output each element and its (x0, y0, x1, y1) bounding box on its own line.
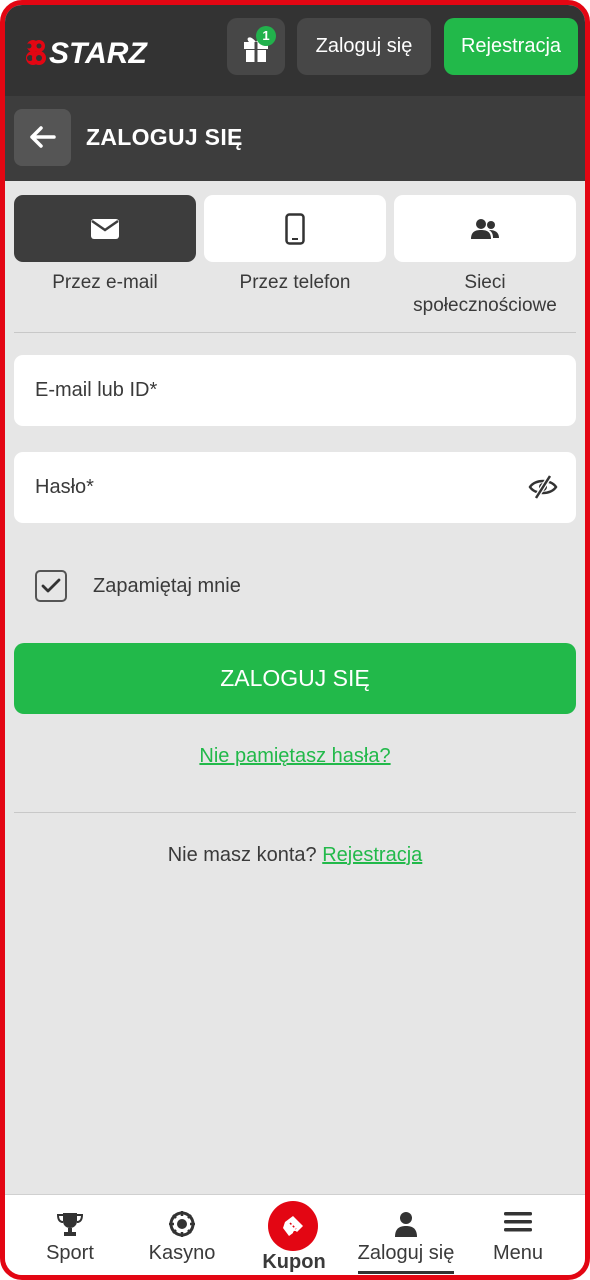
app-frame: STARZ 1 Zaloguj się Rejestracja ZALOGUJ … (0, 0, 590, 1280)
no-account-text: Nie masz konta? (167, 844, 317, 866)
ticket-icon (283, 1216, 303, 1236)
nav-sport-label: Sport (46, 1242, 94, 1264)
svg-text:STARZ: STARZ (49, 37, 148, 69)
envelope-icon (91, 218, 119, 239)
bottom-nav: Sport Kasyno Kupon Zaloguj się Menu (5, 1194, 585, 1275)
phone-icon (285, 212, 305, 245)
register-link[interactable]: Rejestracja (322, 844, 422, 866)
tab-email-label: Przez e-mail (52, 272, 158, 293)
tab-phone-label: Przez telefon (239, 272, 351, 293)
back-button[interactable] (14, 109, 71, 166)
register-button[interactable]: Rejestracja (444, 18, 578, 75)
nav-casino-label: Kasyno (148, 1242, 216, 1264)
nav-menu[interactable]: Menu (462, 1195, 574, 1275)
nav-menu-label: Menu (492, 1242, 544, 1264)
users-icon (471, 218, 499, 239)
user-icon (395, 1212, 417, 1237)
nav-casino[interactable]: Kasyno (126, 1195, 238, 1275)
tab-social[interactable] (394, 195, 576, 262)
gift-count-badge: 1 (256, 26, 276, 46)
trophy-icon (56, 1213, 84, 1236)
eye-off-icon[interactable] (528, 474, 558, 500)
email-field[interactable]: E-mail lub ID* (14, 355, 576, 426)
gift-button[interactable]: 1 (227, 18, 285, 75)
tab-phone[interactable] (204, 195, 386, 262)
divider (14, 812, 576, 813)
nav-coupon[interactable]: Kupon (238, 1195, 350, 1275)
top-header: STARZ 1 Zaloguj się Rejestracja (5, 5, 585, 96)
nav-login-label: Zaloguj się (357, 1242, 455, 1264)
casino-chip-icon (169, 1211, 195, 1237)
email-placeholder: E-mail lub ID* (35, 379, 158, 401)
divider (14, 332, 576, 333)
tab-social-label: Sieci społecznościowe (413, 272, 557, 316)
brand-logo[interactable]: STARZ (25, 35, 181, 69)
page-title: ZALOGUJ SIĘ (86, 124, 243, 150)
coupon-badge (268, 1201, 318, 1251)
no-account-row: Nie masz konta? Rejestracja (5, 844, 585, 867)
nav-sport[interactable]: Sport (14, 1195, 126, 1275)
remember-label[interactable]: Zapamiętaj mnie (93, 575, 241, 598)
submit-login-button[interactable]: ZALOGUJ SIĘ (14, 643, 576, 714)
page-header: ZALOGUJ SIĘ (5, 96, 585, 181)
password-placeholder: Hasło* (35, 476, 94, 498)
check-icon (41, 578, 61, 593)
tab-email[interactable] (14, 195, 196, 262)
remember-checkbox[interactable] (35, 570, 67, 602)
password-field[interactable]: Hasło* (14, 452, 576, 523)
forgot-password-link[interactable]: Nie pamiętasz hasła? (5, 745, 585, 768)
menu-icon (504, 1212, 532, 1232)
nav-login[interactable]: Zaloguj się (350, 1195, 462, 1275)
login-button[interactable]: Zaloguj się (297, 18, 431, 75)
nav-coupon-label: Kupon (262, 1251, 326, 1273)
arrow-left-icon (30, 126, 56, 148)
active-indicator (358, 1271, 454, 1274)
